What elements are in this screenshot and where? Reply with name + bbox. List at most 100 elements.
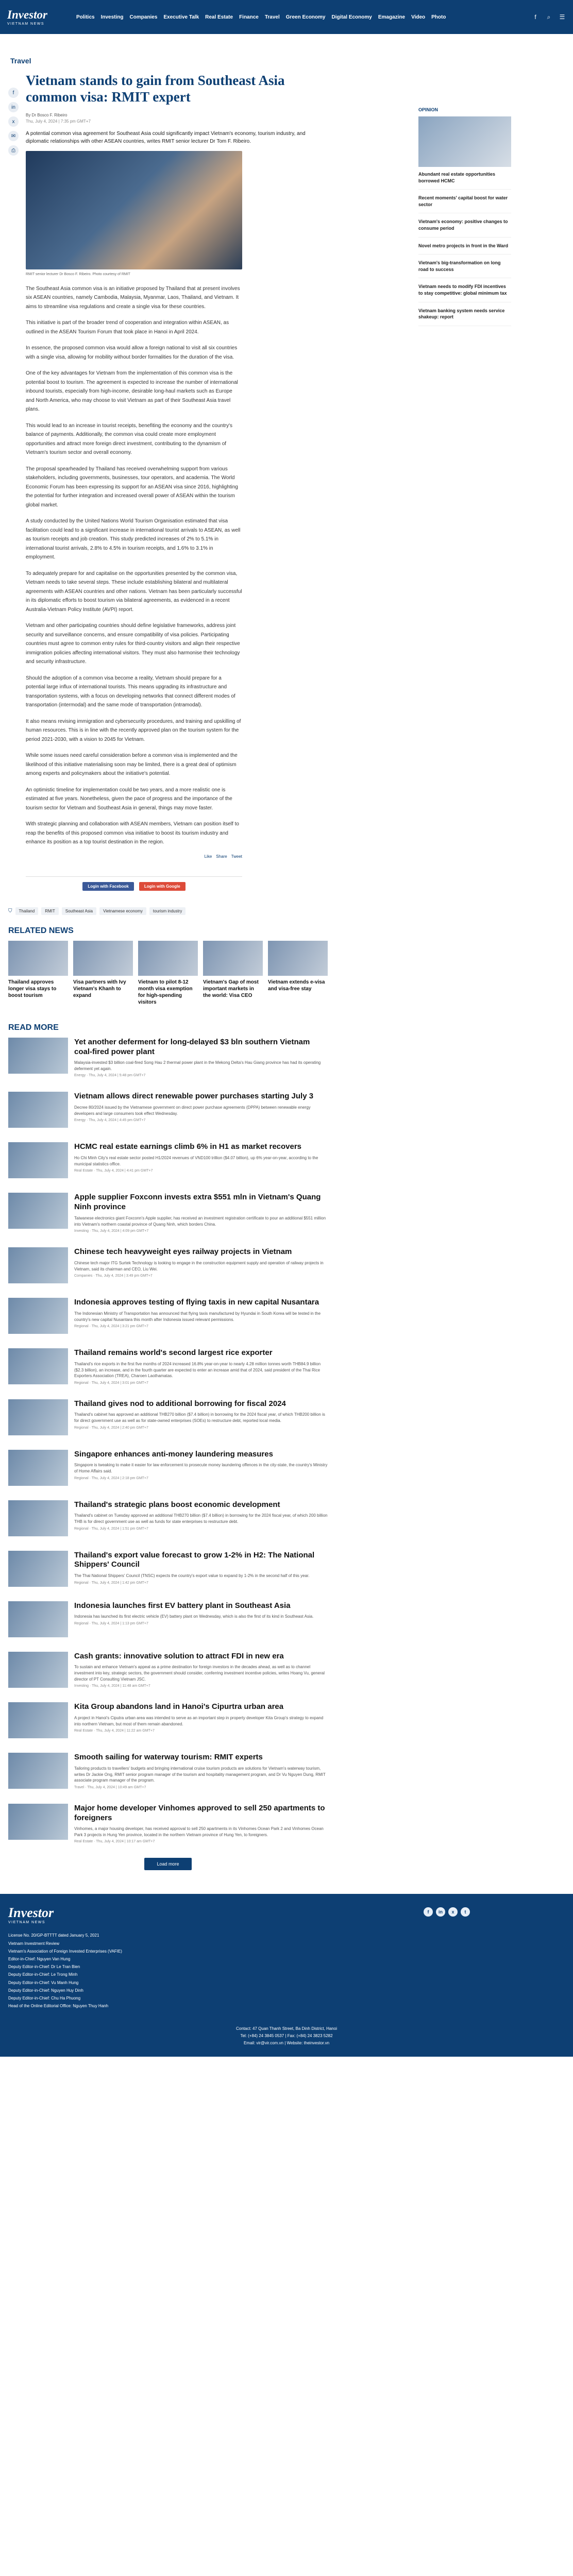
read-more-item[interactable]: Thailand gives nod to additional borrowi… <box>8 1399 328 1435</box>
read-more-meta: Regional · Thu, July 4, 2024 | 1:51 pm G… <box>74 1527 148 1531</box>
facebook-icon[interactable]: f <box>424 1907 433 1917</box>
read-more-meta: Regional · Thu, July 4, 2024 | 1:13 pm G… <box>74 1622 148 1626</box>
site-logo[interactable]: Investor VIETNAM NEWS <box>7 9 68 26</box>
read-more-item[interactable]: Vietnam allows direct renewable power pu… <box>8 1092 328 1128</box>
print-icon[interactable]: ⎙ <box>8 145 19 156</box>
section-label[interactable]: Travel <box>8 57 328 65</box>
read-more-item[interactable]: Singapore enhances anti-money laundering… <box>8 1449 328 1486</box>
sidebar-thumbnail[interactable] <box>418 116 511 167</box>
comment-login: Login with Facebook Login with Google <box>26 876 242 891</box>
sidebar-item[interactable]: Vietnam needs to modify FDI incentives t… <box>418 283 511 302</box>
read-more-title[interactable]: Thailand's strategic plans boost economi… <box>74 1500 328 1510</box>
search-icon[interactable]: ⌕ <box>545 13 552 21</box>
tag-list: ⛉ Thailand RMIT Southeast Asia Vietnames… <box>8 907 328 915</box>
article-paragraph: With strategic planning and collaboratio… <box>26 821 239 845</box>
related-card[interactable]: Vietnam to pilot 8-12 month visa exempti… <box>138 940 198 1006</box>
read-more-item[interactable]: Major home developer Vinhomes approved t… <box>8 1803 328 1843</box>
sidebar-item[interactable]: Vietnam banking system needs service sha… <box>418 308 511 326</box>
read-more-item[interactable]: Thailand's export value forecast to grow… <box>8 1550 328 1587</box>
read-more-title[interactable]: Thailand remains world's second largest … <box>74 1348 328 1358</box>
nav-item-digital-economy[interactable]: Digital Economy <box>331 14 372 20</box>
sidebar-item[interactable]: Vietnam's big-transformation on long roa… <box>418 260 511 279</box>
footer-logo[interactable]: Investor VIETNAM NEWS <box>8 1905 565 1924</box>
read-more-title[interactable]: HCMC real estate earnings climb 6% in H1… <box>74 1142 328 1152</box>
read-more-item[interactable]: Apple supplier Foxconn invests extra $55… <box>8 1193 328 1233</box>
tag-item[interactable]: Vietnamese economy <box>99 907 146 915</box>
sidebar-item[interactable]: Vietnam's economy: positive changes to c… <box>418 218 511 238</box>
tweet-button[interactable]: Tweet <box>231 854 242 859</box>
read-more-desc: To sustain and enhance Vietnam's appeal … <box>74 1665 325 1682</box>
read-more-item[interactable]: Thailand's strategic plans boost economi… <box>8 1500 328 1536</box>
read-more-body: Cash grants: innovative solution to attr… <box>74 1652 328 1688</box>
read-more-item[interactable]: Smooth sailing for waterway tourism: RMI… <box>8 1753 328 1789</box>
read-more-title[interactable]: Smooth sailing for waterway tourism: RMI… <box>74 1753 328 1762</box>
read-more-title[interactable]: Kita Group abandons land in Hanoi's Cipu… <box>74 1702 328 1712</box>
facebook-share-icon[interactable]: f <box>8 88 19 98</box>
load-more-button[interactable]: Load more <box>144 1858 192 1871</box>
read-more-title[interactable]: Thailand's export value forecast to grow… <box>74 1551 328 1570</box>
nav-item-politics[interactable]: Politics <box>76 14 95 20</box>
tag-item[interactable]: Thailand <box>15 907 39 915</box>
read-more-desc: A project in Hanoi's Ciputra urban area … <box>74 1715 324 1726</box>
read-more-item[interactable]: HCMC real estate earnings climb 6% in H1… <box>8 1142 328 1179</box>
read-more-title[interactable]: Singapore enhances anti-money laundering… <box>74 1450 328 1460</box>
site-header: Investor VIETNAM NEWS Politics Investing… <box>0 0 573 34</box>
read-more-title[interactable]: Apple supplier Foxconn invests extra $55… <box>74 1193 328 1212</box>
login-facebook-button[interactable]: Login with Facebook <box>82 882 134 891</box>
read-more-desc: Chinese tech major ITG Surtek Technology… <box>74 1260 324 1272</box>
nav-item-investing[interactable]: Investing <box>101 14 124 20</box>
site-footer: Investor VIETNAM NEWS License No. 20/GP-… <box>0 1894 573 2057</box>
read-more-title[interactable]: Indonesia launches first EV battery plan… <box>74 1601 328 1611</box>
related-card[interactable]: Visa partners with Ivy Vietnam's Khanh t… <box>73 940 133 1006</box>
tag-item[interactable]: Southeast Asia <box>61 907 97 915</box>
read-more-title[interactable]: Yet another deferment for long-delayed $… <box>74 1038 328 1057</box>
related-card[interactable]: Vietnam extends e-visa and visa-free sta… <box>268 940 328 1006</box>
read-more-item[interactable]: Indonesia launches first EV battery plan… <box>8 1601 328 1637</box>
read-more-body: Indonesia approves testing of flying tax… <box>74 1298 328 1334</box>
login-google-button[interactable]: Login with Google <box>139 882 186 891</box>
sidebar-item[interactable]: Recent moments' capital boost for water … <box>418 195 511 214</box>
tag-item[interactable]: tourism industry <box>149 907 186 915</box>
related-card[interactable]: Thailand approves longer visa stays to b… <box>8 940 68 1006</box>
nav-item-video[interactable]: Video <box>411 14 425 20</box>
read-more-item[interactable]: Indonesia approves testing of flying tax… <box>8 1298 328 1334</box>
tag-item[interactable]: RMIT <box>41 907 59 915</box>
read-more-item[interactable]: Kita Group abandons land in Hanoi's Cipu… <box>8 1702 328 1739</box>
twitter-icon[interactable]: x <box>448 1907 458 1917</box>
read-more-title[interactable]: Indonesia approves testing of flying tax… <box>74 1298 328 1308</box>
read-more-item[interactable]: Cash grants: innovative solution to attr… <box>8 1651 328 1688</box>
nav-item-real-estate[interactable]: Real Estate <box>205 14 233 20</box>
related-news-heading: Related News <box>8 926 74 935</box>
nav-item-emagazine[interactable]: Emagazine <box>378 14 405 20</box>
main-content: Travel Vietnam stands to gain from South… <box>8 34 328 1894</box>
nav-item-photo[interactable]: Photo <box>431 14 446 20</box>
nav-item-green-economy[interactable]: Green Economy <box>286 14 326 20</box>
sidebar-item[interactable]: Novel metro projects in front in the War… <box>418 243 511 255</box>
linkedin-share-icon[interactable]: in <box>8 102 19 112</box>
facebook-icon[interactable]: f <box>532 13 539 21</box>
share-button[interactable]: Share <box>216 854 227 859</box>
read-more-item[interactable]: Yet another deferment for long-delayed $… <box>8 1037 328 1077</box>
related-card[interactable]: Vietnam's Gap of most important markets … <box>203 940 263 1006</box>
nav-item-travel[interactable]: Travel <box>265 14 280 20</box>
read-more-title[interactable]: Thailand gives nod to additional borrowi… <box>74 1399 328 1409</box>
nav-item-finance[interactable]: Finance <box>239 14 259 20</box>
read-more-item[interactable]: Chinese tech heavyweight eyes railway pr… <box>8 1247 328 1284</box>
twitter-share-icon[interactable]: x <box>8 116 19 127</box>
read-more-title[interactable]: Major home developer Vinhomes approved t… <box>74 1804 328 1823</box>
read-more-title[interactable]: Vietnam allows direct renewable power pu… <box>74 1092 328 1101</box>
email-share-icon[interactable]: ✉ <box>8 131 19 141</box>
nav-item-companies[interactable]: Companies <box>129 14 157 20</box>
telegram-icon[interactable]: t <box>461 1907 470 1917</box>
like-button[interactable]: Like <box>205 854 212 859</box>
read-more-title[interactable]: Chinese tech heavyweight eyes railway pr… <box>74 1247 328 1257</box>
read-more-meta: Investing · Thu, July 4, 2024 | 4:09 pm … <box>74 1229 149 1233</box>
related-thumbnail <box>138 940 198 976</box>
linkedin-icon[interactable]: in <box>436 1907 445 1917</box>
sidebar-item[interactable]: Abundant real estate opportunities borro… <box>418 171 511 190</box>
read-more-title[interactable]: Cash grants: innovative solution to attr… <box>74 1652 328 1662</box>
menu-icon[interactable]: ☰ <box>559 13 566 21</box>
read-more-item[interactable]: Thailand remains world's second largest … <box>8 1348 328 1385</box>
nav-item-executive-talk[interactable]: Executive Talk <box>163 14 199 20</box>
page: Investor VIETNAM NEWS Politics Investing… <box>0 0 573 2057</box>
